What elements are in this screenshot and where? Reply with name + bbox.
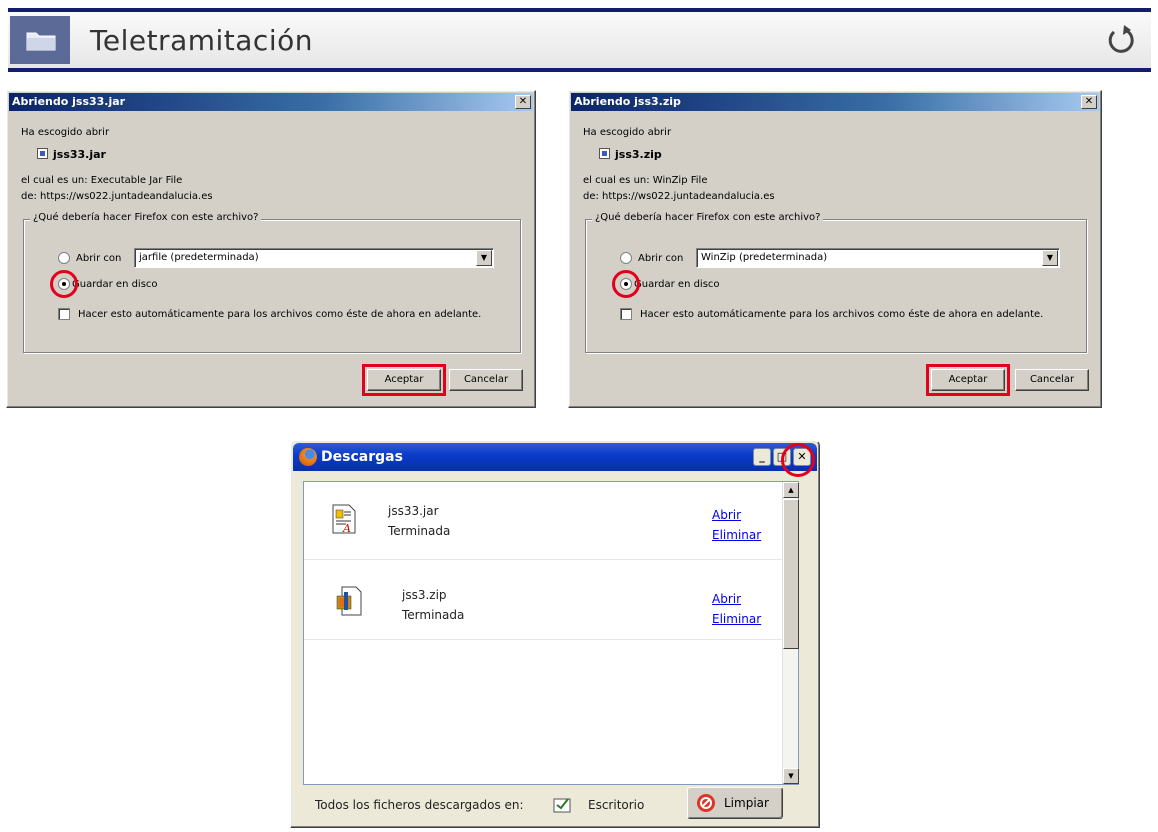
remove-link[interactable]: Eliminar [712,612,761,626]
scroll-down-icon[interactable]: ▼ [783,768,799,784]
download-item[interactable]: A jss33.jar Terminada Abrir Eliminar [304,482,784,560]
page-title: Teletramitación [90,24,313,57]
highlight-box [362,364,446,396]
banner-icon-box [10,16,70,64]
dialog-titlebar[interactable]: Abriendo jss33.jar ✕ [9,93,533,111]
open-link[interactable]: Abrir [712,508,741,522]
chosen-label: Ha escogido abrir [583,127,672,138]
jar-file-icon [37,148,48,159]
downloads-list: A jss33.jar Terminada Abrir Eliminar jss… [303,481,799,785]
open-zip-dialog: Abriendo jss3.zip ✕ Ha escogido abrir js… [568,90,1102,408]
highlight-circle [50,270,78,298]
svg-text:A: A [342,522,351,534]
downloads-titlebar[interactable]: Descargas _ □ ✕ [293,443,817,471]
open-with-value: WinZip (predeterminada) [701,252,828,263]
save-to-disk-label: Guardar en disco [634,279,720,290]
open-with-value: jarfile (predeterminada) [139,252,259,263]
chevron-down-icon[interactable]: ▼ [476,250,492,266]
download-filename: jss33.jar [388,504,439,518]
action-groupbox: ¿Qué debería hacer Firefox con este arch… [23,212,521,353]
page-banner: Teletramitación [8,8,1151,72]
open-with-select[interactable]: jarfile (predeterminada) ▼ [134,248,494,268]
jar-file-icon: A [332,504,356,534]
dialog-title: Abriendo jss33.jar [12,95,126,108]
file-name: jss33.jar [37,148,106,161]
zip-file-icon [599,148,610,159]
open-jar-dialog: Abriendo jss33.jar ✕ Ha escogido abrir j… [6,90,536,408]
open-with-radio[interactable] [58,252,70,264]
open-with-label: Abrir con [76,253,122,264]
chevron-down-icon[interactable]: ▼ [1042,250,1058,266]
cancel-button[interactable]: Cancelar [1015,369,1089,391]
download-item[interactable]: jss3.zip Terminada Abrir Eliminar [304,562,784,640]
action-group-label: ¿Qué debería hacer Firefox con este arch… [30,212,262,223]
auto-checkbox-label: Hacer esto automáticamente para los arch… [640,309,1044,320]
file-name-text: jss33.jar [53,148,106,161]
clear-icon [697,794,715,812]
minimize-button[interactable]: _ [753,448,771,466]
open-link[interactable]: Abrir [712,592,741,606]
save-to-disk-label: Guardar en disco [72,279,158,290]
auto-checkbox[interactable] [620,308,632,320]
close-button[interactable]: ✕ [1081,95,1097,109]
cancel-button[interactable]: Cancelar [449,369,523,391]
close-button[interactable]: ✕ [515,95,531,109]
scroll-thumb[interactable] [783,499,799,649]
folder-icon[interactable] [553,796,573,814]
clear-label: Limpiar [724,796,769,810]
file-name-text: jss3.zip [615,148,662,161]
open-with-label: Abrir con [638,253,684,264]
action-group-label: ¿Qué debería hacer Firefox con este arch… [592,212,824,223]
open-with-select[interactable]: WinZip (predeterminada) ▼ [696,248,1060,268]
downloads-window: Descargas _ □ ✕ A jss33.jar Terminada Ab… [290,440,820,828]
highlight-circle [612,270,640,298]
download-status: Terminada [388,524,451,538]
refresh-icon[interactable] [1105,22,1137,56]
scroll-up-icon[interactable]: ▲ [783,482,799,498]
downloads-title: Descargas [321,449,403,465]
vertical-scrollbar[interactable]: ▲ ▼ [782,482,799,784]
chosen-label: Ha escogido abrir [21,127,110,138]
file-type: el cual es un: Executable Jar File [21,175,183,186]
downloads-folder-label: Todos los ficheros descargados en: [315,798,524,812]
file-source: de: https://ws022.juntadeandalucia.es [21,191,213,202]
clear-button[interactable]: Limpiar [687,787,783,819]
dialog-titlebar[interactable]: Abriendo jss3.zip ✕ [571,93,1099,111]
dialog-title: Abriendo jss3.zip [574,95,681,108]
file-name: jss3.zip [599,148,662,161]
auto-checkbox[interactable] [58,308,70,320]
highlight-circle [781,443,815,477]
folder-icon [26,32,56,51]
firefox-logo-icon [299,448,317,466]
download-filename: jss3.zip [402,588,447,602]
zip-file-icon [336,586,362,616]
auto-checkbox-label: Hacer esto automáticamente para los arch… [78,309,482,320]
highlight-box [926,364,1010,396]
downloads-folder-name[interactable]: Escritorio [588,798,644,812]
remove-link[interactable]: Eliminar [712,528,761,542]
open-with-radio[interactable] [620,252,632,264]
file-type: el cual es un: WinZip File [583,175,708,186]
action-groupbox: ¿Qué debería hacer Firefox con este arch… [585,212,1087,353]
file-source: de: https://ws022.juntadeandalucia.es [583,191,775,202]
download-status: Terminada [402,608,465,622]
